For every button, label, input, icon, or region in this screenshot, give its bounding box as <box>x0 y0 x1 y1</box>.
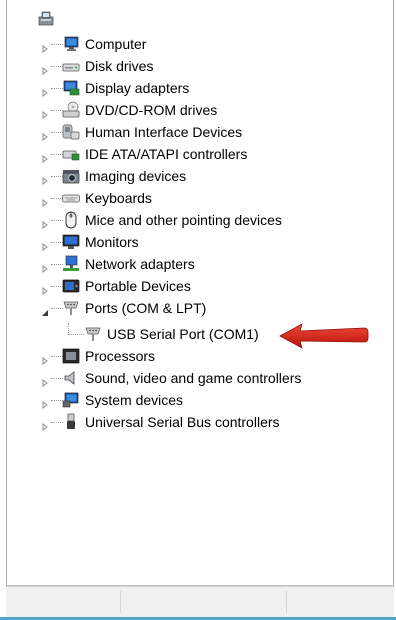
status-pane <box>6 591 121 613</box>
tree-item-label: Human Interface Devices <box>85 124 243 140</box>
expand-arrow-icon[interactable] <box>41 40 49 53</box>
port-icon <box>62 299 80 317</box>
root-computer-icon[interactable] <box>37 10 55 28</box>
tree-item-label: Disk drives <box>85 58 154 74</box>
tree-item-mice[interactable]: Mice and other pointing devices <box>7 209 367 231</box>
expand-arrow-icon[interactable] <box>41 106 49 119</box>
disk-drive-icon <box>62 57 80 75</box>
tree-item-label: Imaging devices <box>85 168 187 184</box>
speaker-icon <box>62 369 80 387</box>
tree-item-label: Ports (COM & LPT) <box>85 300 207 316</box>
tree-item-label: IDE ATA/ATAPI controllers <box>85 146 248 162</box>
ide-controller-icon <box>62 145 80 163</box>
tree-item-label: Universal Serial Bus controllers <box>85 414 280 430</box>
tree-item-imaging-devices[interactable]: Imaging devices <box>7 165 367 187</box>
expand-arrow-icon[interactable] <box>41 260 49 273</box>
expand-arrow-icon[interactable] <box>41 396 49 409</box>
portable-device-icon <box>62 277 80 295</box>
expand-arrow-icon[interactable] <box>41 216 49 229</box>
expand-arrow-icon[interactable] <box>41 352 49 365</box>
status-bar <box>6 586 394 619</box>
tree-item-portable-devices[interactable]: Portable Devices <box>7 275 367 297</box>
tree-item-label: Network adapters <box>85 256 195 272</box>
tree-item-ide-controllers[interactable]: IDE ATA/ATAPI controllers <box>7 143 367 165</box>
device-tree[interactable]: Computer Disk drives Display adapters DV… <box>6 0 394 586</box>
tree-item-ports[interactable]: Ports (COM & LPT) <box>7 297 367 319</box>
status-pane <box>120 591 287 613</box>
tree-connector <box>68 334 84 336</box>
tree-item-network-adapters[interactable]: Network adapters <box>7 253 367 275</box>
collapse-arrow-icon[interactable] <box>41 304 49 316</box>
expand-arrow-icon[interactable] <box>41 84 49 97</box>
tree-item-monitors[interactable]: Monitors <box>7 231 367 253</box>
hid-icon <box>62 123 80 141</box>
expand-arrow-icon[interactable] <box>41 62 49 75</box>
status-pane <box>286 591 390 613</box>
tree-item-label: Monitors <box>85 234 139 250</box>
tree-item-label: Processors <box>85 348 156 364</box>
tree-item-label: System devices <box>85 392 184 408</box>
tree-item-human-interface-devices[interactable]: Human Interface Devices <box>7 121 367 143</box>
computer-icon <box>62 35 80 53</box>
camera-icon <box>62 167 80 185</box>
keyboard-icon <box>62 189 80 207</box>
monitor-icon <box>62 233 80 251</box>
expand-arrow-icon[interactable] <box>41 194 49 207</box>
usb-icon <box>62 413 80 431</box>
expand-arrow-icon[interactable] <box>41 282 49 295</box>
expand-arrow-icon[interactable] <box>41 374 49 387</box>
tree-item-dvd-cd-rom-drives[interactable]: DVD/CD-ROM drives <box>7 99 367 121</box>
tree-item-processors[interactable]: Processors <box>7 345 367 367</box>
tree-item-label: Mice and other pointing devices <box>85 212 282 228</box>
tree-item-label: DVD/CD-ROM drives <box>85 102 218 118</box>
tree-item-label: USB Serial Port (COM1) <box>107 326 259 342</box>
tree-item-display-adapters[interactable]: Display adapters <box>7 77 367 99</box>
tree-item-disk-drives[interactable]: Disk drives <box>7 55 367 77</box>
tree-item-label: Display adapters <box>85 80 190 96</box>
network-adapter-icon <box>62 255 80 273</box>
tree-item-keyboards[interactable]: Keyboards <box>7 187 367 209</box>
system-device-icon <box>62 391 80 409</box>
tree-item-label: Computer <box>85 36 147 52</box>
expand-arrow-icon[interactable] <box>41 128 49 141</box>
tree-item-sound-video-game[interactable]: Sound, video and game controllers <box>7 367 367 389</box>
expand-arrow-icon[interactable] <box>41 172 49 185</box>
tree-item-computer[interactable]: Computer <box>7 33 367 55</box>
tree-item-label: Portable Devices <box>85 278 191 294</box>
mouse-icon <box>62 211 80 229</box>
dvd-drive-icon <box>62 101 80 119</box>
tree-item-system-devices[interactable]: System devices <box>7 389 367 411</box>
port-icon <box>84 325 102 343</box>
device-manager-window: Computer Disk drives Display adapters DV… <box>6 0 394 620</box>
processor-icon <box>62 347 80 365</box>
display-adapter-icon <box>62 79 80 97</box>
tree-item-usb-controllers[interactable]: Universal Serial Bus controllers <box>7 411 367 433</box>
tree-item-label: Sound, video and game controllers <box>85 370 302 386</box>
tree-item-label: Keyboards <box>85 190 152 206</box>
expand-arrow-icon[interactable] <box>41 238 49 251</box>
expand-arrow-icon[interactable] <box>41 418 49 431</box>
expand-arrow-icon[interactable] <box>41 150 49 163</box>
